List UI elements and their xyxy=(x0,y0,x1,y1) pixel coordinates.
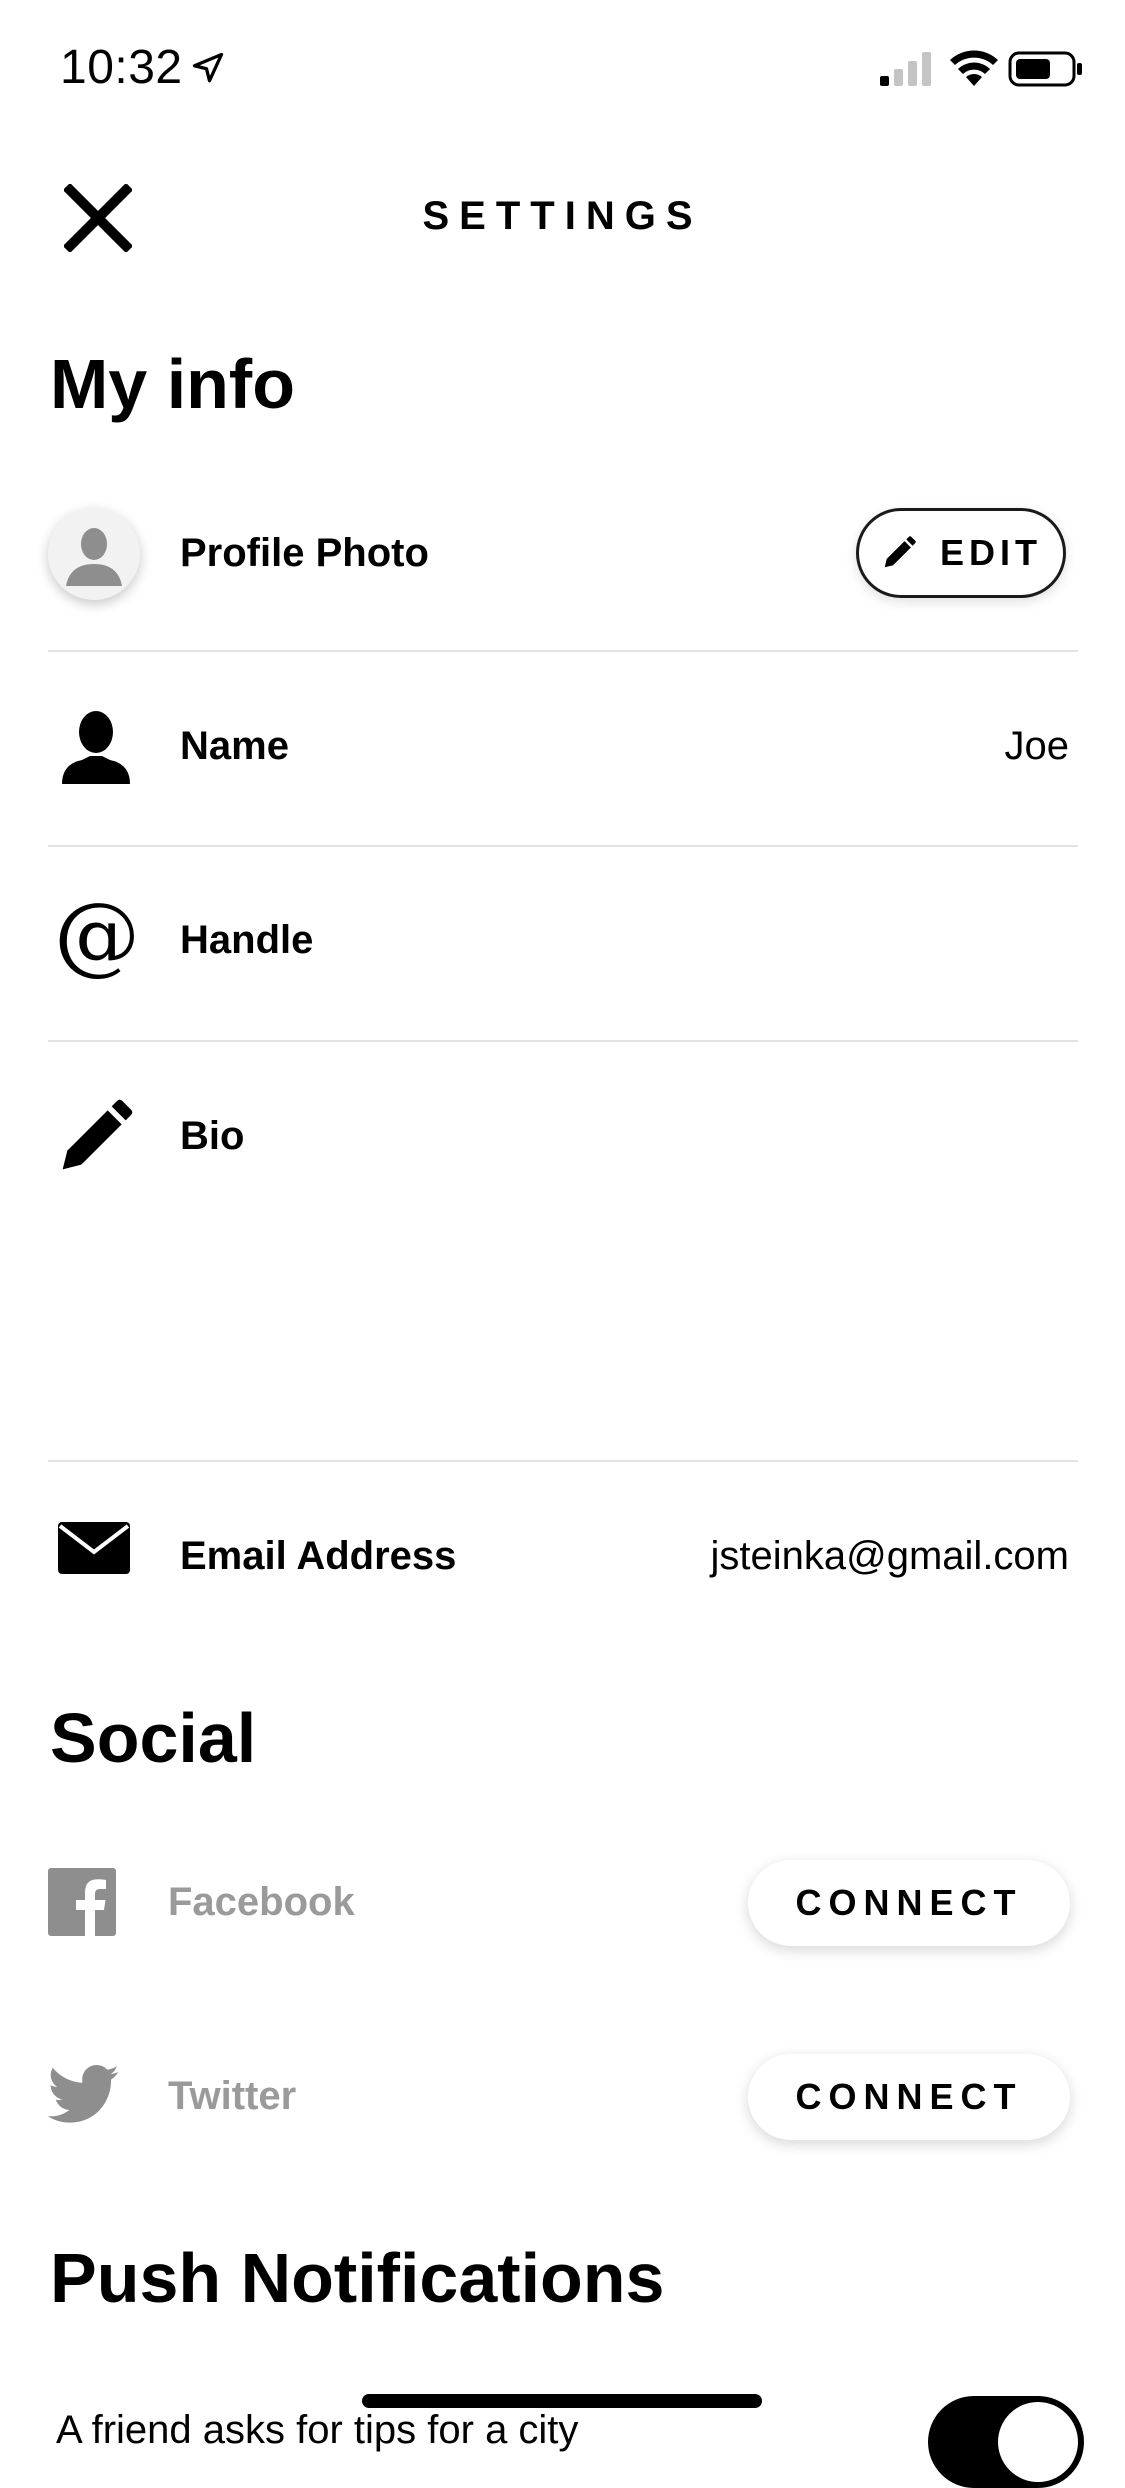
section-heading-social: Social xyxy=(50,1699,257,1777)
twitter-label: Twitter xyxy=(168,2074,297,2118)
twitter-connect-button[interactable]: CONNECT xyxy=(748,2054,1070,2140)
bio-label: Bio xyxy=(180,1114,245,1158)
wifi-icon xyxy=(950,50,998,86)
profile-photo-label: Profile Photo xyxy=(180,531,429,575)
pencil-icon xyxy=(62,1099,133,1170)
cellular-signal-icon xyxy=(880,52,931,86)
at-sign-icon: @ xyxy=(54,885,140,985)
section-heading-my-info: My info xyxy=(50,345,295,423)
envelope-icon xyxy=(58,1522,130,1574)
notification-toggle[interactable] xyxy=(928,2396,1084,2488)
facebook-icon xyxy=(48,1868,116,1936)
person-icon xyxy=(62,711,130,784)
email-value[interactable]: jsteinka@gmail.com xyxy=(711,1530,1070,1582)
name-value[interactable]: Joe xyxy=(1005,720,1070,772)
toggle-knob xyxy=(998,2402,1078,2482)
avatar[interactable] xyxy=(48,508,140,600)
status-time: 10:32 xyxy=(60,41,183,94)
page-title: SETTINGS xyxy=(422,194,703,238)
home-indicator xyxy=(362,2394,762,2408)
divider xyxy=(48,1040,1078,1042)
notification-item-label: A friend asks for tips for a city xyxy=(56,2408,579,2452)
email-label: Email Address xyxy=(180,1534,457,1578)
facebook-label: Facebook xyxy=(168,1880,355,1924)
pencil-icon xyxy=(884,536,916,568)
section-heading-push-notifications: Push Notifications xyxy=(50,2239,665,2317)
name-label: Name xyxy=(180,724,289,768)
divider xyxy=(48,650,1078,652)
twitter-icon xyxy=(48,2065,119,2123)
battery-icon xyxy=(1008,51,1082,87)
bio-value[interactable] xyxy=(180,1170,1070,1440)
edit-profile-photo-button[interactable]: EDIT xyxy=(856,508,1066,598)
divider xyxy=(48,845,1078,847)
facebook-connect-button[interactable]: CONNECT xyxy=(748,1860,1070,1946)
divider xyxy=(48,1460,1078,1462)
location-arrow-icon xyxy=(192,52,224,83)
avatar-placeholder-icon xyxy=(48,508,140,600)
edit-button-label: EDIT xyxy=(939,532,1042,573)
handle-label: Handle xyxy=(180,918,314,962)
